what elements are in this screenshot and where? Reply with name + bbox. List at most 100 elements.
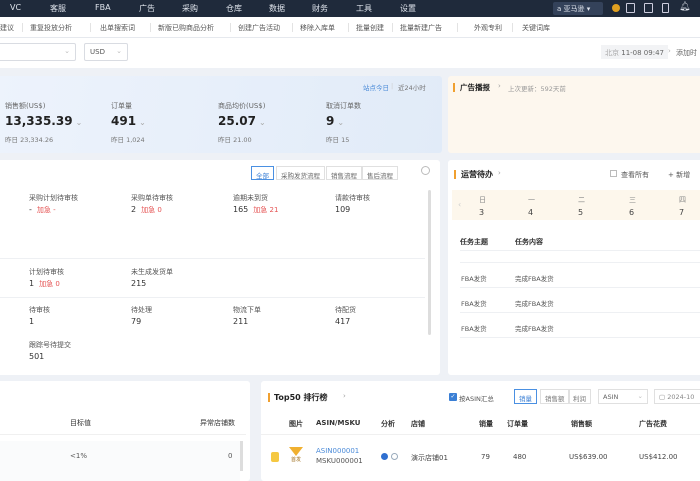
kpi-value[interactable]: 9 ⌄ — [326, 114, 344, 128]
nav-fba[interactable]: FBA — [95, 3, 111, 12]
asin-link[interactable]: ASIN000001 — [316, 447, 359, 455]
chevron-down-icon: ⌄ — [139, 118, 146, 127]
chevron-right-icon: › — [343, 392, 346, 400]
product-image[interactable]: 首发 — [289, 447, 303, 465]
scrollbar[interactable] — [240, 441, 243, 471]
tab-profit[interactable]: 利润 — [568, 389, 591, 404]
nav-data[interactable]: 数据 — [269, 3, 285, 14]
calendar-date[interactable]: 7 — [679, 208, 684, 217]
add-time-link[interactable]: 添加时 — [676, 48, 697, 58]
asin-merge-checkbox[interactable]: ✓ — [449, 393, 457, 401]
quick-tab[interactable]: 外观专利 — [474, 23, 502, 33]
toggle-site-today[interactable]: 站点今日 — [363, 82, 389, 92]
workflow-count[interactable]: 417 — [335, 317, 350, 326]
nav-settings[interactable]: 设置 — [400, 3, 416, 14]
workflow-count[interactable]: 1 — [29, 317, 34, 326]
top50-col-header[interactable]: 销售额 — [571, 419, 592, 429]
nav-service[interactable]: 客服 — [50, 3, 66, 14]
quick-tab[interactable]: 批量创建 — [356, 23, 384, 33]
dimension-select[interactable]: ASIN ⌄ — [598, 389, 648, 404]
tab-revenue[interactable]: 销售额 — [540, 389, 570, 404]
toggle-last-24h[interactable]: 近24小时 — [398, 82, 426, 92]
nav-ads[interactable]: 广告 — [139, 3, 155, 14]
task-icon[interactable] — [644, 3, 653, 13]
task-topic[interactable]: FBA发货 — [461, 298, 487, 308]
calendar-date[interactable]: 6 — [629, 208, 634, 217]
add-todo-button[interactable]: + 新增 — [668, 170, 690, 180]
settings-icon[interactable] — [421, 166, 430, 175]
tab-all[interactable]: 全部 — [251, 166, 274, 180]
quick-tab[interactable]: 新版已购商品分析 — [158, 23, 214, 33]
weekday: 一 — [528, 196, 535, 204]
workflow-count[interactable]: 79 — [131, 317, 141, 326]
tab-purchase-flow[interactable]: 采购发货流程 — [276, 166, 325, 180]
workflow-count[interactable]: 211 — [233, 317, 248, 326]
col-abnormal-stores: 异常店铺数 — [200, 419, 235, 427]
tab-units[interactable]: 销量 — [514, 389, 537, 404]
chart-icon[interactable] — [391, 453, 398, 460]
quick-tab[interactable]: 建议 — [0, 23, 14, 33]
view-all-label[interactable]: 查看所有 — [621, 170, 649, 180]
week-calendar — [452, 190, 700, 220]
workflow-count[interactable]: 165 加急 21 — [233, 205, 278, 215]
msku: MSKU000001 — [316, 457, 363, 465]
quick-tab[interactable]: 出单搜索词 — [100, 23, 135, 33]
top50-col-header[interactable]: 销量 — [479, 419, 493, 429]
todo-title[interactable]: 运营待办 — [461, 169, 493, 180]
workflow-label: 待审核 — [29, 306, 50, 314]
nav-vc[interactable]: VC — [10, 3, 21, 12]
store-select[interactable]: ⌄ — [0, 43, 76, 61]
ads-report-title[interactable]: 广告播报 — [460, 82, 490, 93]
avatar-icon[interactable] — [612, 4, 620, 12]
nav-warehouse[interactable]: 仓库 — [226, 3, 242, 14]
chevron-down-icon: ⌄ — [64, 47, 70, 55]
kpi-value[interactable]: 25.07 ⌄ — [218, 114, 266, 128]
top50-col-header[interactable]: 订单量 — [507, 419, 528, 429]
calendar-icon: ▢ — [659, 393, 668, 401]
calendar-date[interactable]: 5 — [578, 208, 583, 217]
nav-tools[interactable]: 工具 — [356, 3, 372, 14]
account-name: 亚马逊 — [563, 5, 585, 13]
quick-tab[interactable]: 关键词库 — [522, 23, 550, 33]
nav-purchase[interactable]: 采购 — [182, 3, 198, 14]
workflow-count[interactable]: 215 — [131, 279, 146, 288]
task-content: 完成FBA发货 — [515, 300, 554, 308]
kpi-value[interactable]: 491 ⌄ — [111, 114, 146, 128]
workflow-count[interactable]: - 加急 - — [29, 205, 56, 215]
calendar-date[interactable]: 3 — [479, 208, 484, 217]
tab-aftersale-flow[interactable]: 售后流程 — [362, 166, 398, 180]
quick-tab[interactable]: 批量新建广告 — [400, 23, 442, 33]
kpi-value[interactable]: 13,335.39 ⌄ — [5, 114, 82, 128]
workflow-count[interactable]: 2 加急 0 — [131, 205, 162, 215]
quick-tab[interactable]: 重复投放分析 — [30, 23, 72, 33]
currency-select[interactable]: USD ⌄ — [84, 43, 128, 61]
workflow-count[interactable]: 501 — [29, 352, 44, 361]
quick-tab[interactable]: 创建广告活动 — [238, 23, 280, 33]
urgent-count: 加急 0 — [39, 280, 60, 288]
nav-finance[interactable]: 财务 — [312, 3, 328, 14]
chevron-down-icon: ⌄ — [116, 47, 122, 55]
top50-col-header[interactable]: 广告花费 — [639, 419, 667, 429]
account-switcher[interactable]: a 亚马逊 ▾ — [553, 2, 603, 15]
chevron-left-icon[interactable]: ‹ — [458, 200, 461, 209]
analysis-icon[interactable] — [381, 453, 388, 460]
quick-tab[interactable]: 移除入库单 — [300, 23, 335, 33]
mobile-icon[interactable] — [662, 3, 669, 13]
tab-sales-flow[interactable]: 销售流程 — [326, 166, 362, 180]
download-icon[interactable] — [626, 3, 635, 13]
task-topic[interactable]: FBA发货 — [461, 273, 487, 283]
task-topic[interactable]: FBA发货 — [461, 323, 487, 333]
last-updated: 上次更新：592天前 — [508, 85, 566, 93]
bell-icon[interactable]: 🔔︎ — [679, 2, 690, 12]
date-picker[interactable]: ▢ 2024-10 — [654, 389, 700, 404]
workflow-count[interactable]: 1 加急 0 — [29, 279, 60, 289]
col-task-content: 任务内容 — [515, 238, 543, 246]
calendar-date[interactable]: 4 — [528, 208, 533, 217]
asin-merge-label[interactable]: 按ASIN汇总 — [459, 393, 494, 403]
top50-title[interactable]: Top50 排行榜 — [274, 392, 328, 403]
task-content: 完成FBA发货 — [515, 275, 554, 283]
view-all-checkbox[interactable] — [610, 170, 617, 177]
workflow-count[interactable]: 109 — [335, 205, 350, 214]
scrollbar[interactable] — [428, 190, 431, 335]
workflow-label: 采购单待审核 — [131, 194, 173, 202]
